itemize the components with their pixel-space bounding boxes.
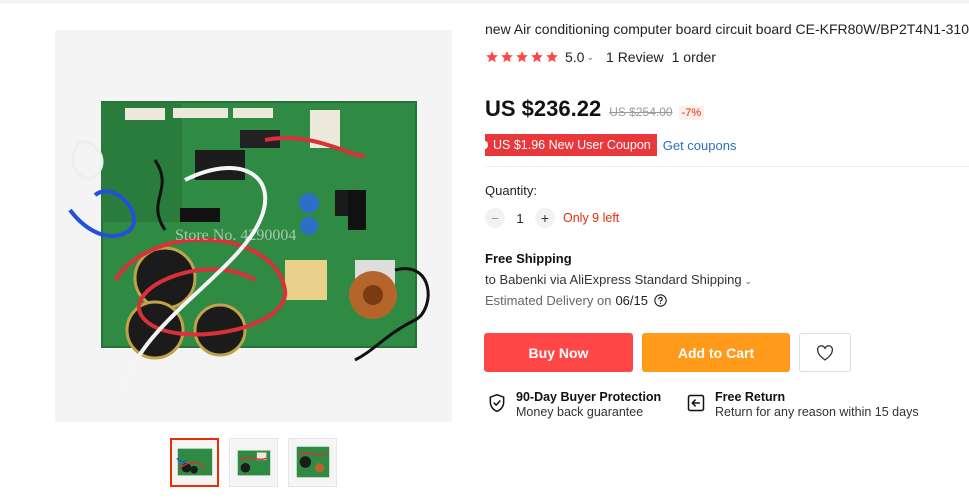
watermark-text: Store No. 4290004 bbox=[175, 227, 296, 244]
protection-title: 90-Day Buyer Protection bbox=[516, 390, 662, 404]
new-user-coupon[interactable]: US $1.96 New User Coupon bbox=[482, 134, 657, 156]
thumbnail-board-image bbox=[291, 441, 334, 484]
shipping-title: Free Shipping bbox=[485, 251, 572, 266]
quantity-stepper: − 1 + Only 9 left bbox=[485, 208, 619, 228]
action-buttons: Buy Now Add to Cart bbox=[484, 333, 851, 372]
circuit-board-photo: Store No. 4290004 bbox=[55, 30, 452, 422]
return-title: Free Return bbox=[715, 390, 786, 404]
chevron-down-icon[interactable]: ⌄ bbox=[586, 52, 594, 63]
wishlist-button[interactable] bbox=[799, 333, 851, 372]
thumbnail-strip bbox=[170, 438, 337, 487]
coupon-row: US $1.96 New User Coupon Get coupons bbox=[482, 134, 737, 156]
star-icon bbox=[516, 51, 528, 63]
free-return: Free Return Return for any reason within… bbox=[686, 390, 919, 419]
add-to-cart-button[interactable]: Add to Cart bbox=[642, 333, 790, 372]
main-product-image[interactable]: Store No. 4290004 bbox=[55, 30, 452, 422]
quantity-plus-button[interactable]: + bbox=[535, 208, 555, 228]
star-icon bbox=[486, 51, 498, 63]
quantity-label: Quantity: bbox=[485, 183, 538, 198]
shield-check-icon bbox=[489, 393, 505, 413]
thumbnail-2[interactable] bbox=[229, 438, 278, 487]
chevron-down-icon[interactable]: ⌄ bbox=[745, 276, 753, 286]
original-price: US $254.00 bbox=[609, 105, 673, 119]
protection-desc: Money back guarantee bbox=[516, 405, 644, 419]
buy-now-button[interactable]: Buy Now bbox=[484, 333, 633, 372]
return-arrow-icon bbox=[687, 394, 705, 412]
star-icon bbox=[501, 51, 513, 63]
thumbnail-board-image bbox=[173, 441, 216, 484]
get-coupons-link[interactable]: Get coupons bbox=[663, 138, 737, 153]
thumbnail-1[interactable] bbox=[170, 438, 219, 487]
discount-badge: -7% bbox=[678, 106, 705, 120]
current-price: US $236.22 bbox=[485, 96, 602, 121]
quantity-minus-button[interactable]: − bbox=[485, 208, 505, 228]
price-row: US $236.22 US $254.00 -7% bbox=[485, 96, 705, 122]
delivery-label: Estimated Delivery on bbox=[485, 293, 612, 308]
rating-row: 5.0 ⌄ 1 Review 1 order bbox=[485, 48, 716, 66]
star-rating bbox=[485, 50, 559, 64]
estimated-delivery: Estimated Delivery on 06/15 bbox=[485, 293, 667, 308]
buyer-protection: 90-Day Buyer Protection Money back guara… bbox=[487, 390, 661, 419]
quantity-input[interactable]: 1 bbox=[505, 211, 535, 226]
shipping-destination-text[interactable]: to Babenki via AliExpress Standard Shipp… bbox=[485, 272, 742, 287]
thumbnail-board-image bbox=[232, 441, 275, 484]
delivery-date: 06/15 bbox=[615, 293, 648, 308]
help-circle-icon[interactable] bbox=[654, 294, 667, 307]
star-icon bbox=[531, 51, 543, 63]
reviews-link[interactable]: 1 Review bbox=[606, 49, 664, 65]
star-icon bbox=[546, 51, 558, 63]
product-title: new Air conditioning computer board circ… bbox=[485, 21, 969, 37]
shipping-destination[interactable]: to Babenki via AliExpress Standard Shipp… bbox=[485, 272, 752, 287]
orders-count: 1 order bbox=[671, 49, 716, 65]
divider bbox=[485, 166, 969, 167]
return-desc: Return for any reason within 15 days bbox=[715, 405, 919, 419]
rating-value[interactable]: 5.0 bbox=[565, 49, 584, 65]
thumbnail-3[interactable] bbox=[288, 438, 337, 487]
stock-note: Only 9 left bbox=[563, 211, 620, 225]
heart-icon bbox=[817, 344, 833, 361]
top-border bbox=[0, 0, 969, 3]
